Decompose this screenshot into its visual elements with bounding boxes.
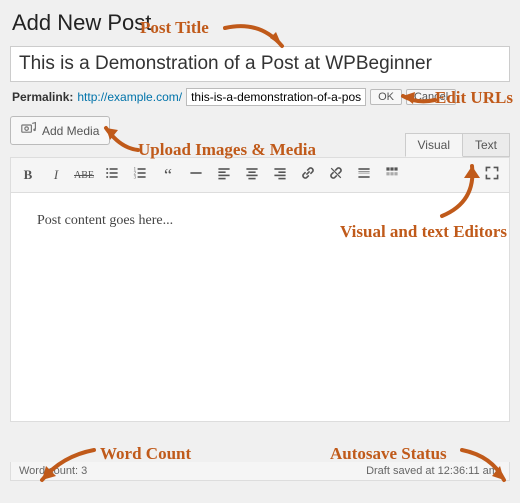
permalink-slug-input[interactable]: [186, 88, 366, 106]
bold-button[interactable]: B: [15, 162, 41, 188]
align-right-button[interactable]: [267, 162, 293, 188]
readmore-icon: [356, 165, 372, 185]
tab-visual[interactable]: Visual: [405, 133, 463, 157]
editor-tabs: Visual Text: [405, 133, 510, 157]
toolbar-toggle-button[interactable]: [379, 162, 405, 188]
numbered-list-button[interactable]: 123: [127, 162, 153, 188]
svg-text:3: 3: [134, 176, 137, 181]
page-title: Add New Post: [12, 10, 510, 36]
align-right-icon: [272, 165, 288, 185]
hr-icon: [188, 165, 204, 185]
permalink-label: Permalink:: [12, 90, 73, 104]
unlink-icon: [328, 165, 344, 185]
link-icon: [300, 165, 316, 185]
unlink-button[interactable]: [323, 162, 349, 188]
add-media-label: Add Media: [42, 124, 99, 138]
permalink-ok-button[interactable]: OK: [370, 89, 402, 105]
camera-music-icon: [21, 121, 37, 140]
list-ol-icon: 123: [132, 165, 148, 185]
editor-status-bar: Word count: 3 Draft saved at 12:36:11 am…: [10, 462, 510, 481]
kitchen-sink-icon: [384, 165, 400, 185]
strikethrough-button[interactable]: ABE: [71, 162, 97, 188]
align-left-button[interactable]: [211, 162, 237, 188]
align-left-icon: [216, 165, 232, 185]
word-count: Word count: 3: [19, 465, 87, 477]
post-title-input[interactable]: [10, 46, 510, 82]
editor-toolbar: B I ABE 123 “: [10, 157, 510, 192]
insert-more-button[interactable]: [351, 162, 377, 188]
align-center-icon: [244, 165, 260, 185]
expand-icon: [484, 165, 500, 185]
italic-button[interactable]: I: [43, 162, 69, 188]
permalink-row: Permalink: http://example.com/ OK Cancel: [12, 88, 508, 106]
post-content-text: Post content goes here...: [37, 213, 173, 228]
permalink-base: http://example.com/: [77, 90, 182, 104]
permalink-cancel-button[interactable]: Cancel: [406, 89, 456, 105]
post-content-editor[interactable]: Post content goes here...: [10, 192, 510, 422]
tab-text[interactable]: Text: [463, 133, 510, 157]
hr-button[interactable]: [183, 162, 209, 188]
list-ul-icon: [104, 165, 120, 185]
bulleted-list-button[interactable]: [99, 162, 125, 188]
fullscreen-button[interactable]: [479, 162, 505, 188]
align-center-button[interactable]: [239, 162, 265, 188]
add-media-button[interactable]: Add Media: [10, 116, 110, 145]
autosave-status: Draft saved at 12:36:11 am.: [366, 465, 501, 477]
blockquote-button[interactable]: “: [155, 162, 181, 188]
link-button[interactable]: [295, 162, 321, 188]
